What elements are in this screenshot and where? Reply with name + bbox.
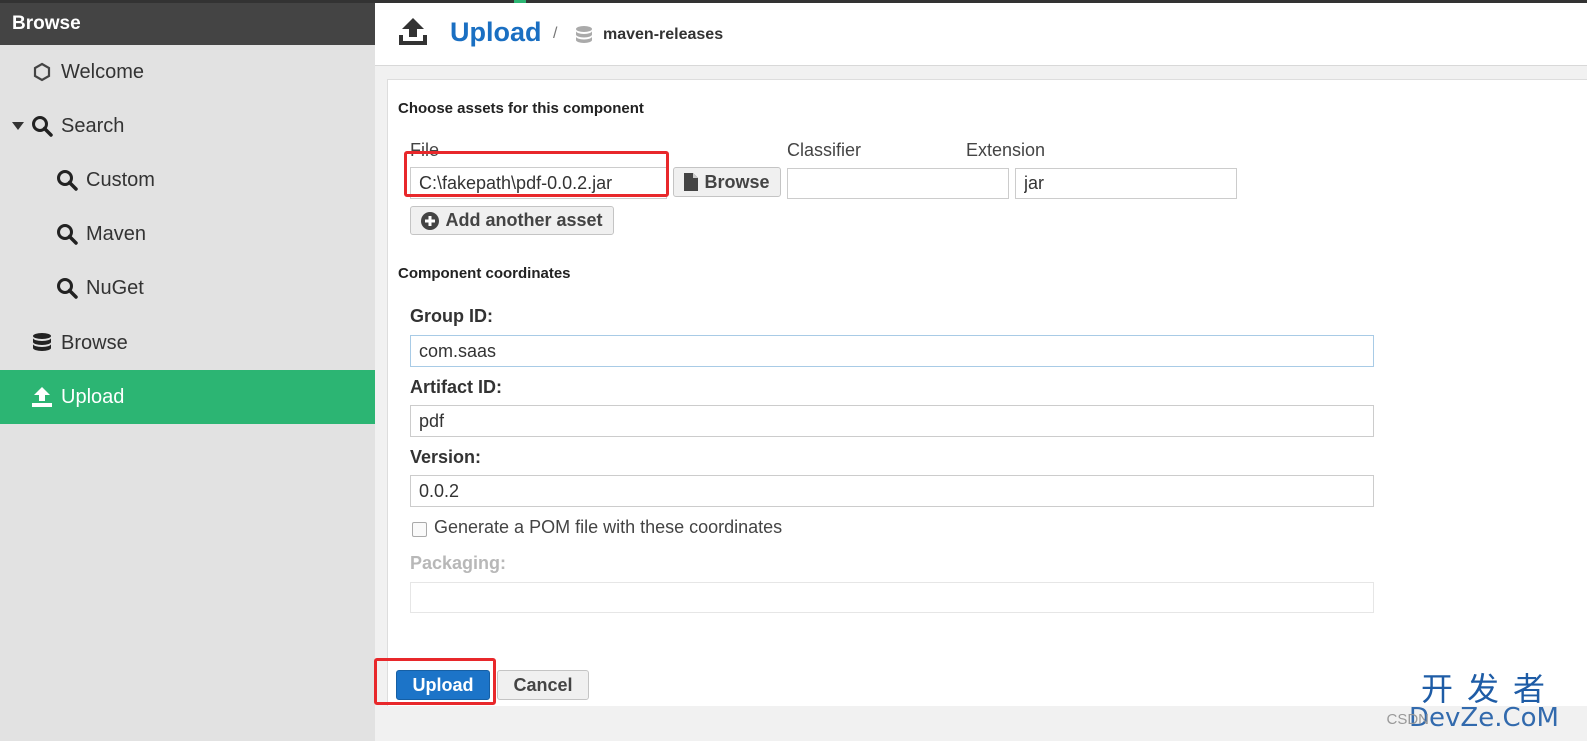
sidebar-item-custom[interactable]: Custom (0, 153, 375, 207)
cancel-button[interactable]: Cancel (497, 670, 589, 700)
generate-pom-checkbox[interactable] (412, 522, 427, 537)
classifier-field[interactable] (787, 168, 1009, 199)
upload-highlight-box (374, 658, 496, 705)
sidebar-item-label: Upload (61, 385, 125, 408)
file-icon (684, 173, 699, 191)
classifier-column-label: Classifier (787, 140, 862, 160)
version-label: Version: (410, 447, 482, 467)
packaging-label: Packaging: (410, 553, 507, 573)
caret-down-icon[interactable] (12, 122, 24, 130)
generate-pom-label[interactable]: Generate a POM file with these coordinat… (434, 517, 782, 538)
search-icon (56, 169, 78, 191)
group-id-field[interactable] (410, 335, 1374, 367)
sidebar-item-label: NuGet (86, 276, 144, 299)
database-icon (575, 25, 593, 50)
version-field[interactable] (410, 475, 1374, 507)
page-header: Upload / maven-releases (375, 3, 1587, 66)
browse-button-label: Browse (704, 171, 770, 192)
file-highlight-box (404, 151, 669, 197)
sidebar-item-maven[interactable]: Maven (0, 207, 375, 261)
hexagon-icon (31, 61, 53, 83)
upload-icon (397, 17, 429, 52)
sidebar: Browse Welcome Search Custom Maven NuGet (0, 3, 375, 741)
main-content: Upload / maven-releases Choose assets fo… (375, 3, 1587, 741)
sidebar-item-nuget[interactable]: NuGet (0, 261, 375, 315)
sidebar-item-search[interactable]: Search (0, 99, 375, 153)
extension-column-label: Extension (966, 140, 1046, 160)
search-icon (56, 277, 78, 299)
page-title: Upload (450, 17, 542, 47)
artifact-id-field[interactable] (410, 405, 1374, 437)
search-icon (56, 223, 78, 245)
coordinates-section-title: Component coordinates (398, 265, 571, 282)
sidebar-item-browse[interactable]: Browse (0, 316, 375, 370)
sidebar-item-upload[interactable]: Upload (0, 370, 375, 424)
sidebar-item-label: Custom (86, 168, 155, 191)
group-id-label: Group ID: (410, 306, 493, 326)
breadcrumb-separator: / (553, 25, 558, 42)
sidebar-header: Browse (0, 3, 375, 45)
breadcrumb-repository[interactable]: maven-releases (603, 26, 723, 44)
packaging-field (410, 582, 1374, 613)
upload-icon (31, 386, 53, 408)
plus-circle-icon (421, 211, 440, 230)
browse-button[interactable]: Browse (673, 167, 781, 197)
search-icon (31, 115, 53, 137)
sidebar-item-label: Browse (61, 331, 128, 354)
add-another-asset-button[interactable]: Add another asset (410, 206, 614, 235)
extension-field[interactable] (1015, 168, 1237, 199)
sidebar-item-label: Welcome (61, 60, 144, 83)
sidebar-item-welcome[interactable]: Welcome (0, 45, 375, 99)
sidebar-item-label: Search (61, 114, 125, 137)
artifact-id-label: Artifact ID: (410, 377, 503, 397)
sidebar-item-label: Maven (86, 222, 147, 245)
assets-section-title: Choose assets for this component (398, 100, 644, 117)
database-icon (31, 332, 53, 354)
add-another-asset-label: Add another asset (445, 210, 603, 230)
